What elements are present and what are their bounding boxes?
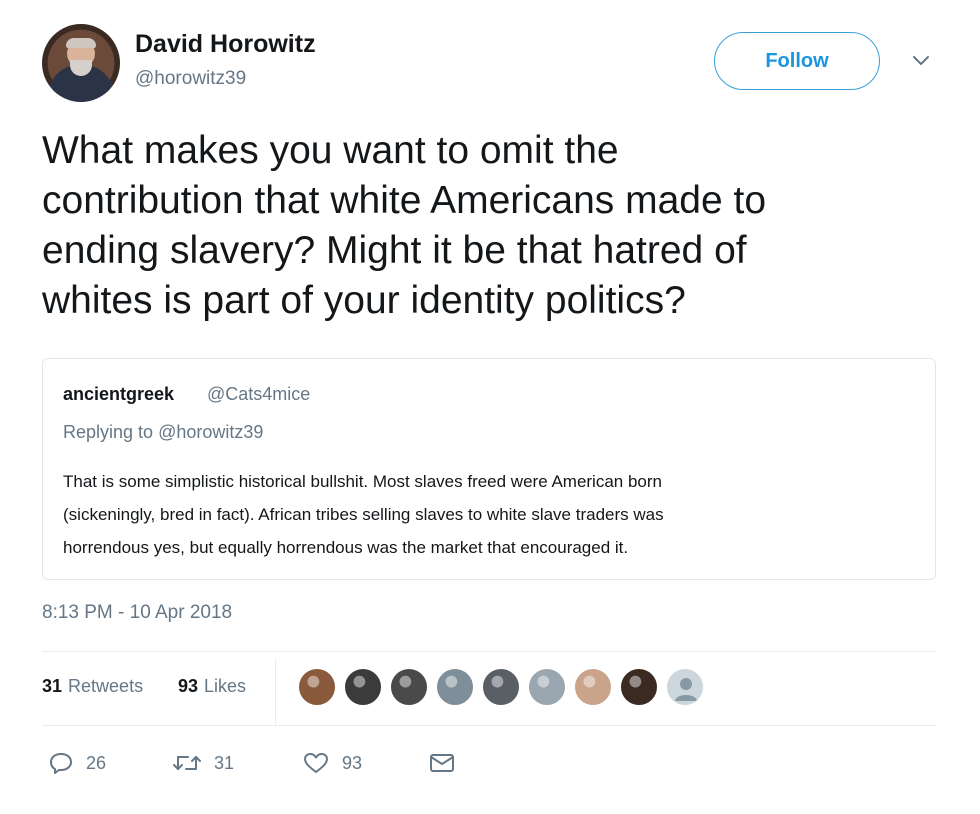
liker-avatar[interactable] <box>528 668 566 706</box>
replying-prefix: Replying to <box>63 422 154 442</box>
quoted-tweet[interactable]: ancientgreek @Cats4mice Replying to @hor… <box>42 358 936 580</box>
liker-avatar[interactable] <box>482 668 520 706</box>
retweet-icon <box>173 756 201 770</box>
likes-count: 93 <box>178 676 199 696</box>
author-handle[interactable]: @horowitz39 <box>135 68 246 90</box>
tweet-text: What makes you want to omit the contribu… <box>42 126 922 326</box>
follow-button[interactable]: Follow <box>714 32 880 90</box>
retweets-label: Retweets <box>68 676 144 696</box>
divider <box>42 725 936 726</box>
envelope-icon <box>430 754 454 772</box>
author-name[interactable]: David Horowitz <box>135 30 316 59</box>
like-button[interactable]: 93 <box>302 748 362 778</box>
retweets-stat[interactable]: 31 Retweets <box>42 676 143 697</box>
liker-avatar[interactable] <box>436 668 474 706</box>
retweets-count: 31 <box>42 676 63 696</box>
quoted-author-name: ancientgreek <box>63 384 175 404</box>
tweet-text-line: What makes you want to omit the <box>42 129 619 172</box>
liker-avatar[interactable] <box>298 668 336 706</box>
tweet-timestamp[interactable]: 8:13 PM - 10 Apr 2018 <box>42 602 232 624</box>
liker-avatar[interactable] <box>666 668 704 706</box>
reply-count: 26 <box>86 752 107 773</box>
likes-stat[interactable]: 93 Likes <box>178 676 246 697</box>
liker-avatar[interactable] <box>574 668 612 706</box>
quoted-text-line: That is some simplistic historical bulls… <box>63 472 662 491</box>
heart-icon <box>304 753 328 773</box>
retweet-count: 31 <box>214 752 235 773</box>
avatar-beard <box>70 60 92 76</box>
liker-avatar[interactable] <box>344 668 382 706</box>
direct-message-button[interactable] <box>428 748 468 778</box>
tweet-stats: 31 Retweets 93 Likes <box>42 660 936 724</box>
replying-handle-link[interactable]: @horowitz39 <box>158 422 263 442</box>
like-count: 93 <box>342 752 363 773</box>
reply-icon <box>50 753 72 774</box>
avatar-hair <box>66 38 96 48</box>
quoted-replying-to: Replying to @horowitz39 <box>63 422 263 443</box>
author-avatar[interactable] <box>42 24 120 102</box>
chevron-down-icon[interactable] <box>908 50 934 72</box>
tweet-text-line: contribution that white Americans made t… <box>42 179 767 222</box>
tweet-header: David Horowitz @horowitz39 Follow <box>42 24 942 104</box>
quoted-tweet-text: That is some simplistic historical bulls… <box>63 465 923 564</box>
liker-avatar[interactable] <box>390 668 428 706</box>
tweet-text-line: ending slavery? Might it be that hatred … <box>42 229 747 272</box>
stats-separator <box>275 660 276 724</box>
quoted-text-line: (sickeningly, bred in fact). African tri… <box>63 505 664 524</box>
quoted-text-line: horrendous yes, but equally horrendous w… <box>63 538 629 557</box>
tweet-actions: 26 31 93 <box>42 744 542 784</box>
quoted-author-handle: @Cats4mice <box>207 384 311 404</box>
divider <box>42 651 936 652</box>
reply-button[interactable]: 26 <box>48 748 106 778</box>
likes-label: Likes <box>204 676 247 696</box>
liker-avatar[interactable] <box>620 668 658 706</box>
tweet-text-line: whites is part of your identity politics… <box>42 279 686 322</box>
retweet-button[interactable]: 31 <box>172 748 234 778</box>
